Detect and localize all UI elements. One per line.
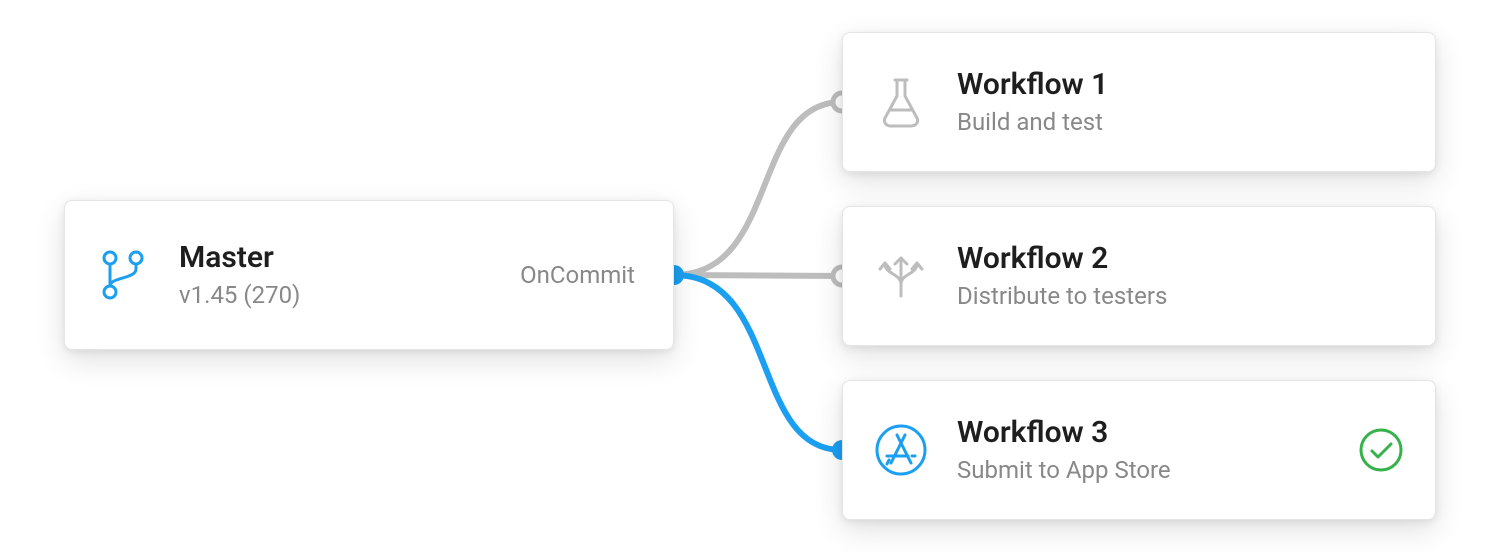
workflow-subtitle: Submit to App Store [957,456,1357,484]
workflow-text: Workflow 1 Build and test [957,68,1357,137]
workflow-title: Workflow 2 [957,242,1357,277]
connector-lines [660,0,860,552]
workflow-title: Workflow 3 [957,416,1357,451]
appstore-icon [873,422,929,478]
workflow-diagram: Master v1.45 (270) OnCommit Workflow 1 B… [0,0,1512,552]
distribute-icon [873,248,929,304]
source-title: Master [179,241,520,276]
workflow-card-2[interactable]: Workflow 2 Distribute to testers [842,206,1436,346]
workflow-subtitle: Distribute to testers [957,282,1357,310]
trigger-label: OnCommit [520,261,635,289]
workflow-text: Workflow 3 Submit to App Store [957,416,1357,485]
source-branch-card[interactable]: Master v1.45 (270) OnCommit [64,200,674,350]
branch-icon [95,247,151,303]
workflow-subtitle: Build and test [957,108,1357,136]
status-none [1357,252,1405,300]
source-text: Master v1.45 (270) [179,241,520,310]
workflow-card-1[interactable]: Workflow 1 Build and test [842,32,1436,172]
workflow-card-3[interactable]: Workflow 3 Submit to App Store [842,380,1436,520]
workflow-text: Workflow 2 Distribute to testers [957,242,1357,311]
source-subtitle: v1.45 (270) [179,281,520,309]
flask-icon [873,74,929,130]
workflow-title: Workflow 1 [957,68,1357,103]
status-success-icon [1357,426,1405,474]
status-none [1357,78,1405,126]
